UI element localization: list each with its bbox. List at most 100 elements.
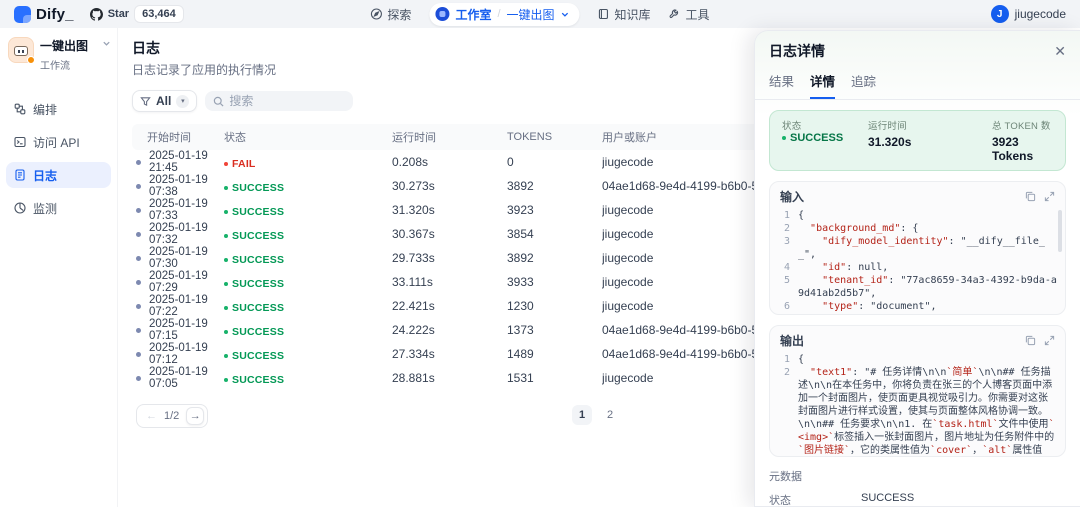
next-page-button[interactable]: → [186, 407, 204, 425]
status-dot-icon [224, 258, 228, 262]
duration-label: 运行时间 [868, 118, 992, 132]
search-input[interactable] [229, 94, 339, 108]
run-dot-icon [136, 376, 141, 381]
prev-page-button[interactable]: ← [146, 410, 157, 422]
cell-start-time: 2025-01-19 07:22 [149, 294, 224, 318]
github-star-button[interactable]: Star 63,464 [90, 5, 184, 23]
dify-logo-text: Dify_ [36, 6, 74, 23]
panel-title: 日志详情 [769, 41, 825, 61]
app-name: 一键出图 [40, 39, 88, 53]
metadata-title: 元数据 [769, 468, 1066, 484]
code-line: 6 "type": "document", [776, 300, 1057, 313]
nav-current-app[interactable]: 一键出图 [507, 6, 555, 23]
col-status: 状态 [224, 129, 392, 145]
cell-duration: 29.733s [392, 251, 507, 265]
input-code[interactable]: 1 { 2 "background_md": { 3 "dify_model_i… [770, 208, 1065, 314]
user-name: jiugecode [1015, 7, 1066, 21]
page-indicator: 1/2 [164, 410, 179, 422]
sidebar-item-orchestrate[interactable]: 编排 [6, 96, 111, 122]
user-avatar: J [991, 5, 1009, 23]
code-line: 1 { [776, 209, 1057, 222]
status-badge: SUCCESS [224, 254, 284, 266]
api-terminal-icon [14, 136, 26, 148]
status-dot-icon [224, 234, 228, 238]
code-line: 5 "tenant_id": "77ac8659-34a3-4392-b9da-… [776, 274, 1057, 300]
account-menu[interactable]: J jiugecode [991, 5, 1066, 23]
code-line: 2 "text1": "# 任务详情\n\n`简单`\n\n## 任务描述\n\… [776, 366, 1057, 456]
col-duration: 运行时间 [392, 129, 507, 145]
code-line: 2 "background_md": { [776, 222, 1057, 235]
close-icon[interactable]: ✕ [1054, 44, 1066, 58]
dify-logo[interactable]: Dify_ [14, 6, 74, 23]
cell-tokens: 1489 [507, 347, 602, 361]
cell-start-time: 2025-01-19 07:38 [149, 174, 224, 198]
log-detail-panel: 日志详情 ✕ 结果 详情 追踪 状态 SUCCESS 运行时间 31.320s … [754, 30, 1080, 507]
tab-result[interactable]: 结果 [769, 71, 794, 99]
cell-duration: 31.320s [392, 203, 507, 217]
filter-all-button[interactable]: All ▾ [132, 90, 197, 112]
app-selector[interactable]: 一键出图 工作流 [6, 37, 111, 72]
sidebar-item-label: 监测 [33, 200, 57, 217]
input-title: 输入 [780, 188, 804, 205]
duration-value: 31.320s [868, 135, 992, 149]
cell-duration: 0.208s [392, 155, 507, 169]
page-number-button[interactable]: 2 [600, 405, 620, 425]
github-icon [90, 8, 103, 21]
run-dot-icon [136, 208, 141, 213]
input-block: 输入 1 { 2 "background_md": { [769, 181, 1066, 315]
col-tokens: TOKENS [507, 131, 602, 143]
nav-explore[interactable]: 探索 [370, 6, 411, 23]
scrollbar[interactable] [1058, 210, 1062, 252]
star-count-badge: 63,464 [134, 5, 184, 23]
main-navigation: 探索 工作室 / 一键出图 知识库 工具 [370, 0, 709, 28]
app-avatar [8, 37, 34, 63]
nav-studio-pill[interactable]: 工作室 / 一键出图 [429, 3, 579, 26]
tab-detail[interactable]: 详情 [810, 71, 835, 99]
cell-tokens: 3933 [507, 275, 602, 289]
copy-icon[interactable] [1025, 335, 1036, 346]
chevron-down-icon [561, 10, 570, 19]
search-box[interactable] [205, 91, 353, 111]
cell-start-time: 2025-01-19 07:15 [149, 318, 224, 342]
cell-tokens: 0 [507, 155, 602, 169]
output-code[interactable]: 1 { 2 "text1": "# 任务详情\n\n`简单`\n\n## 任务描… [770, 352, 1065, 456]
sidebar-item-label: 编排 [33, 101, 57, 118]
sidebar-item-monitoring[interactable]: 监测 [6, 195, 111, 221]
run-dot-icon [136, 256, 141, 261]
detail-tabs: 结果 详情 追踪 [755, 71, 1080, 100]
nav-knowledge[interactable]: 知识库 [598, 6, 651, 23]
expand-icon[interactable] [1044, 335, 1055, 346]
metadata-rows: 状态 SUCCESS 执行人 jiugecode 开始时间 2025-01-19… [769, 492, 1066, 507]
sidebar-item-logs[interactable]: 日志 [6, 162, 111, 188]
tab-trace[interactable]: 追踪 [851, 71, 876, 99]
nav-knowledge-label: 知识库 [615, 6, 651, 23]
cell-start-time: 2025-01-19 07:05 [149, 366, 224, 390]
status-badge: SUCCESS [224, 302, 284, 314]
star-label: Star [108, 8, 129, 20]
run-dot-icon [136, 280, 141, 285]
run-dot-icon [136, 160, 141, 165]
run-dot-icon [136, 328, 141, 333]
cell-duration: 24.222s [392, 323, 507, 337]
nav-tools[interactable]: 工具 [669, 6, 710, 23]
metadata-section: 元数据 状态 SUCCESS 执行人 jiugecode 开始时间 [769, 468, 1066, 507]
compass-icon [370, 8, 382, 20]
expand-icon[interactable] [1044, 191, 1055, 202]
page-number-button[interactable]: 1 [572, 405, 592, 425]
sidebar-item-api[interactable]: 访问 API [6, 129, 111, 155]
cell-start-time: 2025-01-19 07:12 [149, 342, 224, 366]
sidebar-item-label: 日志 [33, 167, 57, 184]
code-line: 3 "dify_model_identity": "__dify__file__… [776, 235, 1057, 261]
nav-divider: / [497, 8, 500, 20]
cell-start-time: 2025-01-19 07:29 [149, 270, 224, 294]
nav-tools-label: 工具 [686, 6, 710, 23]
app-screen: Dify_ Star 63,464 探索 工作室 / 一键出图 [0, 0, 1080, 507]
col-start-time: 开始时间 [132, 129, 224, 145]
cell-duration: 30.367s [392, 227, 507, 241]
copy-icon[interactable] [1025, 191, 1036, 202]
cell-tokens: 1230 [507, 299, 602, 313]
workflow-badge-icon [27, 56, 35, 64]
status-dot-icon [224, 378, 228, 382]
code-line: 7 "transfer_method": "local_file", [776, 313, 1057, 314]
pagination: ← 1/2 → 1 2 [132, 404, 832, 428]
